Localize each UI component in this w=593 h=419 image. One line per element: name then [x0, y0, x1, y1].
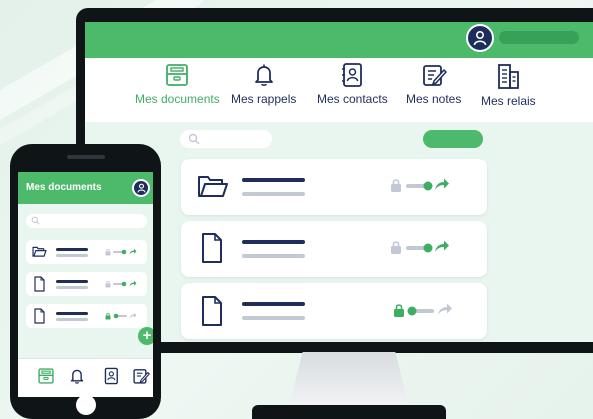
share-toggle[interactable]: [406, 181, 434, 191]
nav-label: Mes documents: [135, 92, 220, 106]
lock-icon[interactable]: [105, 312, 111, 320]
document-card[interactable]: [26, 304, 147, 328]
share-toggle[interactable]: [406, 306, 434, 316]
share-arrow-icon[interactable]: [437, 302, 453, 316]
document-title-placeholder: [56, 312, 88, 315]
nav-label: Mes rappels: [231, 92, 297, 106]
home-button[interactable]: [76, 395, 96, 415]
document-icon: [34, 308, 45, 324]
document-title-placeholder: [242, 302, 305, 306]
document-title-placeholder: [242, 178, 305, 182]
share-arrow-icon[interactable]: [129, 280, 137, 287]
document-card[interactable]: [26, 272, 147, 296]
search-icon: [31, 216, 40, 225]
lock-icon[interactable]: [105, 248, 111, 256]
nav-item-notes[interactable]: Mes notes: [406, 62, 461, 106]
add-button[interactable]: +: [138, 327, 153, 345]
document-icon: [202, 296, 222, 326]
main-navigation: Mes documents Mes rappels Mes contacts M…: [85, 58, 593, 122]
search-input[interactable]: [180, 130, 272, 148]
share-arrow-icon[interactable]: [434, 177, 450, 191]
phone-speaker: [67, 155, 105, 159]
share-arrow-icon[interactable]: [129, 312, 137, 319]
document-title-placeholder: [56, 248, 88, 251]
document-card[interactable]: [181, 221, 487, 277]
contact-book-icon[interactable]: [102, 367, 120, 385]
notepad-pencil-icon: [422, 65, 447, 86]
document-meta-placeholder: [242, 316, 305, 320]
nav-item-reminders[interactable]: Mes rappels: [231, 62, 296, 106]
document-title-placeholder: [56, 280, 88, 283]
contact-book-icon: [342, 63, 363, 87]
search-icon: [188, 133, 200, 145]
user-name-placeholder[interactable]: [499, 31, 579, 44]
mobile-screen: Mes documents +: [18, 172, 153, 397]
folder-icon: [198, 176, 228, 197]
desktop-screen: Mes documents Mes rappels Mes contacts M…: [85, 22, 593, 342]
document-card[interactable]: [181, 283, 487, 339]
nav-item-contacts[interactable]: Mes contacts: [317, 62, 388, 106]
monitor-base: [252, 405, 446, 419]
nav-item-documents[interactable]: Mes documents: [135, 62, 220, 106]
archive-box-icon[interactable]: [37, 367, 55, 385]
document-card[interactable]: [181, 159, 487, 215]
page-title: Mes documents: [26, 182, 102, 193]
share-arrow-icon[interactable]: [434, 239, 450, 253]
document-meta-placeholder: [56, 254, 88, 257]
user-avatar[interactable]: [466, 24, 494, 52]
lock-icon[interactable]: [393, 303, 405, 317]
document-title-placeholder: [242, 240, 305, 244]
document-icon: [34, 276, 45, 292]
lock-icon[interactable]: [390, 178, 402, 192]
share-toggle[interactable]: [113, 281, 127, 287]
nav-label: Mes notes: [406, 92, 462, 106]
add-document-button[interactable]: [423, 130, 483, 148]
bell-icon[interactable]: [68, 367, 86, 385]
lock-icon[interactable]: [105, 280, 111, 288]
building-icon: [498, 64, 520, 89]
monitor-stand: [288, 352, 410, 410]
nav-label: Mes contacts: [317, 92, 388, 106]
notepad-pencil-icon[interactable]: [132, 367, 150, 385]
bell-icon: [254, 64, 273, 86]
nav-label: Mes relais: [481, 94, 536, 108]
mobile-tab-bar: [18, 358, 153, 397]
user-icon: [137, 183, 145, 193]
document-meta-placeholder: [242, 254, 305, 258]
share-toggle[interactable]: [113, 313, 127, 319]
lock-icon[interactable]: [390, 240, 402, 254]
mobile-phone: Mes documents +: [10, 144, 161, 419]
user-avatar[interactable]: [132, 179, 150, 197]
share-toggle[interactable]: [406, 243, 434, 253]
document-card[interactable]: [26, 240, 147, 264]
document-meta-placeholder: [242, 192, 305, 196]
document-meta-placeholder: [56, 286, 88, 289]
folder-icon: [32, 246, 47, 257]
nav-item-relays[interactable]: Mes relais: [481, 62, 536, 108]
user-icon: [473, 30, 487, 46]
mobile-header: Mes documents: [18, 172, 153, 204]
share-toggle[interactable]: [113, 249, 127, 255]
document-icon: [202, 233, 222, 263]
top-bar: [85, 22, 593, 58]
search-input[interactable]: [26, 214, 147, 228]
share-arrow-icon[interactable]: [129, 248, 137, 255]
document-meta-placeholder: [56, 318, 88, 321]
archive-box-icon: [166, 64, 189, 86]
